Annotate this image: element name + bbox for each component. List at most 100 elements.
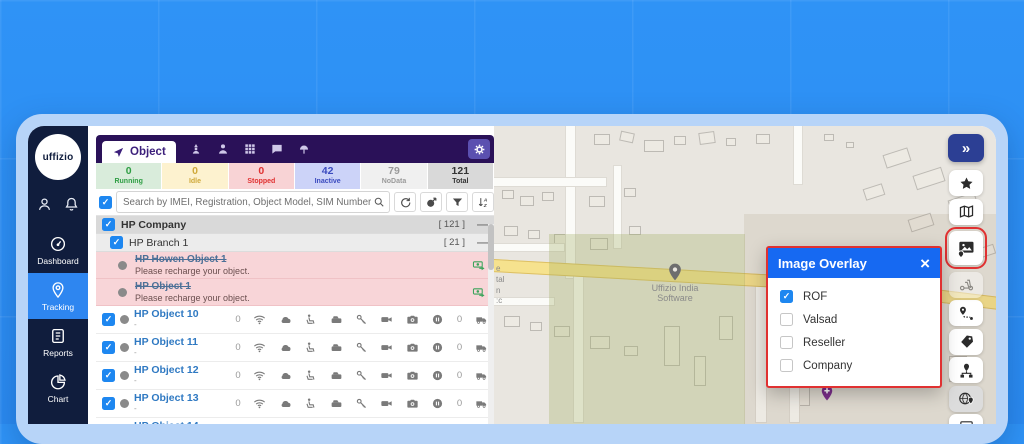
vehicle-icon[interactable] xyxy=(475,313,488,326)
object-row[interactable]: HP Object 13-00 xyxy=(96,390,494,418)
wifi-icon[interactable] xyxy=(253,313,266,326)
storage-icon[interactable] xyxy=(330,341,343,354)
group-checkbox[interactable] xyxy=(110,236,123,249)
object-row[interactable]: HP Object 10-00 xyxy=(96,306,494,334)
object-row[interactable]: HP Object 14-00 xyxy=(96,418,494,424)
grid-tab-icon[interactable] xyxy=(243,142,257,156)
videocam-icon[interactable] xyxy=(380,341,393,354)
wifi-icon[interactable] xyxy=(253,369,266,382)
storage-icon[interactable] xyxy=(330,397,343,410)
storage-icon[interactable] xyxy=(330,313,343,326)
object-name[interactable]: HP Object 10 xyxy=(134,309,230,321)
record-icon[interactable] xyxy=(431,313,444,326)
camera-icon[interactable] xyxy=(406,369,419,382)
key-icon[interactable] xyxy=(355,397,368,410)
group-checkbox[interactable] xyxy=(102,218,115,231)
object-row[interactable]: HP Object 12-00 xyxy=(96,362,494,390)
geofence-poi-button[interactable] xyxy=(949,386,983,412)
videocam-icon[interactable] xyxy=(380,313,393,326)
settings-button[interactable] xyxy=(468,139,490,159)
videocam-icon[interactable] xyxy=(380,369,393,382)
seat-icon[interactable] xyxy=(304,397,317,410)
status-nodata[interactable]: 79 NoData xyxy=(361,163,427,189)
record-icon[interactable] xyxy=(431,369,444,382)
expired-object-row[interactable]: HP Howen Object 1 Please recharge your o… xyxy=(96,252,494,279)
object-name[interactable]: HP Object 12 xyxy=(134,365,230,377)
map-poi-uffizio[interactable]: Uffizio India Software xyxy=(644,262,706,304)
routes-button[interactable] xyxy=(949,300,983,326)
status-idle[interactable]: 0 Idle xyxy=(162,163,228,189)
sidebar-item-dashboard[interactable]: Dashboard xyxy=(28,227,88,273)
wifi-icon[interactable] xyxy=(253,397,266,410)
option-checkbox[interactable] xyxy=(780,336,793,349)
option-checkbox[interactable] xyxy=(780,290,793,303)
camera-icon[interactable] xyxy=(406,397,419,410)
collapse-icon[interactable]: — xyxy=(477,237,488,249)
tree-group-branch[interactable]: HP Branch 1 [ 21 ] — xyxy=(96,234,494,252)
option-checkbox[interactable] xyxy=(780,313,793,326)
search-icon[interactable] xyxy=(373,196,385,208)
sidebar-item-tracking[interactable]: Tracking xyxy=(28,273,88,319)
labels-button[interactable] xyxy=(949,329,983,355)
sort-button[interactable]: AZ xyxy=(472,192,494,212)
user-icon[interactable] xyxy=(36,196,53,213)
status-running[interactable]: 0 Running xyxy=(96,163,162,189)
chat-tab-icon[interactable] xyxy=(270,142,284,156)
object-checkbox[interactable] xyxy=(102,369,115,382)
overlay-option-company[interactable]: Company xyxy=(780,354,928,377)
antenna-tab-icon[interactable] xyxy=(297,142,311,156)
close-icon[interactable]: × xyxy=(920,255,930,272)
overlay-option-rof[interactable]: ROF xyxy=(780,285,928,308)
status-stopped[interactable]: 0 Stopped xyxy=(229,163,295,189)
cloud-icon[interactable] xyxy=(279,313,292,326)
object-name[interactable]: HP Object 13 xyxy=(134,393,230,405)
follow-object-button[interactable] xyxy=(420,192,442,212)
wifi-icon[interactable] xyxy=(253,341,266,354)
tree-group-company[interactable]: HP Company [ 121 ] — xyxy=(96,216,494,234)
recharge-icon[interactable] xyxy=(472,285,486,299)
seat-icon[interactable] xyxy=(304,313,317,326)
vehicle-icon[interactable] xyxy=(475,341,488,354)
clustering-button[interactable] xyxy=(949,357,983,383)
collapse-icon[interactable]: — xyxy=(477,219,488,231)
vehicle-icon[interactable] xyxy=(475,369,488,382)
favorites-button[interactable] xyxy=(949,170,983,196)
fullscreen-button[interactable] xyxy=(949,414,983,424)
object-row[interactable]: HP Object 11-00 xyxy=(96,334,494,362)
storage-icon[interactable] xyxy=(330,369,343,382)
object-checkbox[interactable] xyxy=(102,397,115,410)
videocam-icon[interactable] xyxy=(380,397,393,410)
search-input[interactable] xyxy=(121,196,373,209)
sidebar-item-chart[interactable]: Chart xyxy=(28,365,88,411)
app-logo[interactable]: uffizio xyxy=(35,134,81,180)
recharge-icon[interactable] xyxy=(472,258,486,272)
sidebar-item-reports[interactable]: Reports xyxy=(28,319,88,365)
filter-button[interactable] xyxy=(446,192,468,212)
key-icon[interactable] xyxy=(355,341,368,354)
status-inactive[interactable]: 42 Inactive xyxy=(295,163,361,189)
object-name[interactable]: HP Object 11 xyxy=(134,337,230,349)
cloud-icon[interactable] xyxy=(279,369,292,382)
map-layers-button[interactable] xyxy=(949,199,983,225)
vehicle-icon[interactable] xyxy=(475,397,488,410)
tab-object[interactable]: Object xyxy=(102,141,176,163)
record-icon[interactable] xyxy=(431,341,444,354)
seat-icon[interactable] xyxy=(304,369,317,382)
overlay-option-valsad[interactable]: Valsad xyxy=(780,308,928,331)
driver-tab-icon[interactable] xyxy=(189,142,203,156)
overlay-option-reseller[interactable]: Reseller xyxy=(780,331,928,354)
option-checkbox[interactable] xyxy=(780,359,793,372)
seat-icon[interactable] xyxy=(304,341,317,354)
key-icon[interactable] xyxy=(355,369,368,382)
expired-object-row[interactable]: HP Object 1 Please recharge your object. xyxy=(96,279,494,306)
notifications-icon[interactable] xyxy=(63,196,80,213)
collapse-panel-button[interactable]: » xyxy=(948,134,984,162)
image-overlay-button[interactable] xyxy=(949,231,983,265)
cloud-icon[interactable] xyxy=(279,341,292,354)
object-checkbox[interactable] xyxy=(102,341,115,354)
object-checkbox[interactable] xyxy=(102,313,115,326)
key-icon[interactable] xyxy=(355,313,368,326)
cloud-icon[interactable] xyxy=(279,397,292,410)
record-icon[interactable] xyxy=(431,397,444,410)
select-all-checkbox[interactable] xyxy=(99,196,112,209)
